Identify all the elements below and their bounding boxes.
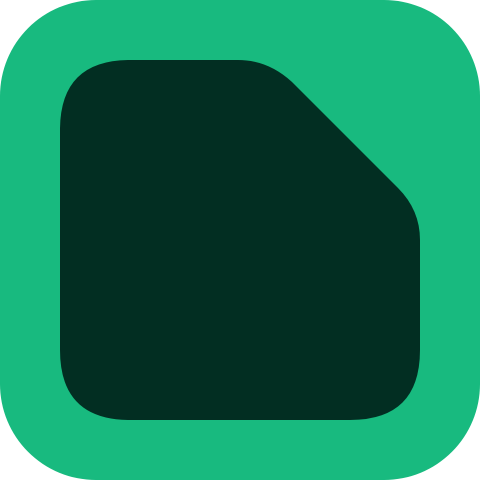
- app-icon: [0, 0, 480, 480]
- app-icon-graphic: [0, 0, 480, 480]
